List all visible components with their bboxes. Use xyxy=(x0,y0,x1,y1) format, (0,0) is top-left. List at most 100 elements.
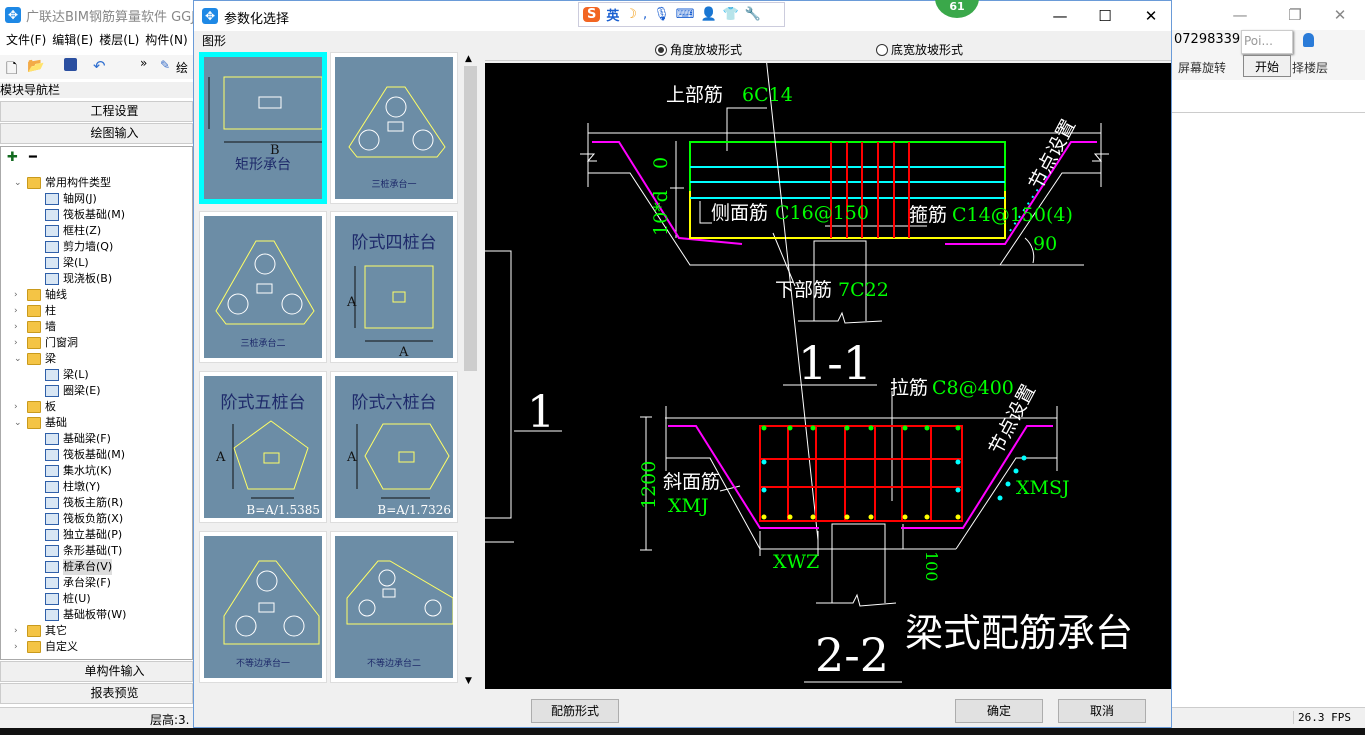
screen-rotate-button[interactable]: 屏幕旋转 xyxy=(1178,59,1226,76)
shape-thumbnail[interactable]: 三桩承台二 xyxy=(199,211,327,363)
tree-item[interactable]: 梁(L) xyxy=(45,255,89,271)
tree-item[interactable]: › 其它 xyxy=(14,623,67,639)
select-floor-button[interactable]: 择楼层 xyxy=(1292,59,1328,76)
dialog-logo-icon: ✥ xyxy=(202,8,218,24)
project-settings-button[interactable]: 工程设置 xyxy=(0,101,193,122)
tree-item[interactable]: 现浇板(B) xyxy=(45,271,112,287)
chevron-right-icon[interactable]: › xyxy=(14,303,18,319)
sogou-logo-icon[interactable]: S xyxy=(583,7,601,22)
report-preview-button[interactable]: 报表预览 xyxy=(0,683,193,704)
shape-thumbnail[interactable]: 矩形承台 B xyxy=(199,52,327,204)
chevron-right-icon[interactable]: › xyxy=(14,399,18,415)
radio-width-slope[interactable]: 底宽放坡形式 xyxy=(876,41,963,58)
component-icon xyxy=(45,465,59,477)
tree-item[interactable]: 柱墩(Y) xyxy=(45,479,100,495)
tree-item[interactable]: 梁(L) xyxy=(45,367,89,383)
moon-icon[interactable]: ☽ xyxy=(625,7,637,22)
restore-icon[interactable]: ❐ xyxy=(1280,4,1310,26)
punctuation-icon[interactable]: , xyxy=(643,7,647,22)
tree-item[interactable]: ⌄ 梁 xyxy=(14,351,56,367)
tree-item[interactable]: 条形基础(T) xyxy=(45,543,122,559)
chevron-down-icon[interactable]: ⌄ xyxy=(14,351,22,367)
keyboard-icon[interactable]: ⌨ xyxy=(676,7,695,22)
rebar-dot xyxy=(1021,455,1027,461)
start-button[interactable]: 开始 xyxy=(1243,55,1291,77)
dialog-minimize-icon[interactable]: — xyxy=(1045,5,1075,27)
tree-item[interactable]: › 板 xyxy=(14,399,56,415)
tree-item[interactable]: 基础梁(F) xyxy=(45,431,111,447)
single-input-button[interactable]: 单构件输入 xyxy=(0,661,193,682)
account-dropdown[interactable]: 07298339 xyxy=(1174,32,1240,47)
shape-thumbnail[interactable]: 阶式五桩台 A B=A/1.5385 xyxy=(199,371,327,523)
shape-thumbnail[interactable]: 阶式四桩台 A A xyxy=(330,211,458,363)
tree-item[interactable]: 基础板带(W) xyxy=(45,607,126,623)
new-file-icon[interactable]: 🗋 xyxy=(6,58,17,82)
tree-item[interactable]: 桩(U) xyxy=(45,591,91,607)
tree-item[interactable]: › 自定义 xyxy=(14,639,78,655)
chevron-right-icon[interactable]: › xyxy=(14,335,18,351)
tree-item[interactable]: 轴网(J) xyxy=(45,191,97,207)
radio-checked-icon[interactable] xyxy=(655,43,667,56)
chevron-right-icon[interactable]: › xyxy=(14,287,18,303)
draw-tool-icon[interactable]: ✎ xyxy=(160,58,170,72)
microphone-icon[interactable]: 🎙 xyxy=(653,7,670,22)
tree-item[interactable]: 剪力墙(Q) xyxy=(45,239,113,255)
ime-lang-toggle[interactable]: 英 xyxy=(606,5,619,24)
tree-item[interactable]: ⌄ 基础 xyxy=(14,415,67,431)
tree-item[interactable]: 独立基础(P) xyxy=(45,527,122,543)
tree-item[interactable]: › 轴线 xyxy=(14,287,67,303)
menu-floor[interactable]: 楼层(L) xyxy=(99,33,139,47)
dialog-close-icon[interactable]: ✕ xyxy=(1136,5,1166,27)
cancel-button[interactable]: 取消 xyxy=(1058,699,1146,723)
tree-item[interactable]: › 墙 xyxy=(14,319,56,335)
tree-item[interactable]: 筏板主筋(R) xyxy=(45,495,123,511)
undo-icon[interactable]: ↶ xyxy=(93,57,106,75)
minimize-icon[interactable]: — xyxy=(1225,4,1255,26)
tree-item[interactable]: 筏板基础(M) xyxy=(45,207,125,223)
open-folder-icon[interactable]: 📂 xyxy=(27,58,44,74)
ok-button[interactable]: 确定 xyxy=(955,699,1043,723)
chevron-down-icon[interactable]: ⌄ xyxy=(14,175,22,191)
shape-thumbnail[interactable]: 阶式六桩台 A B=A/1.7326 xyxy=(330,371,458,523)
skin-icon[interactable]: 👕 xyxy=(723,7,739,22)
shape-thumbnail[interactable]: 不等边承台二 xyxy=(330,531,458,683)
thumbnail-scrollbar[interactable]: ▲ ▼ xyxy=(462,52,479,690)
tree-item[interactable]: ⌄ 常用构件类型 xyxy=(14,175,111,191)
menu-file[interactable]: 文件(F) xyxy=(6,33,46,47)
rebar-form-button[interactable]: 配筋形式 xyxy=(531,699,619,723)
radio-unchecked-icon[interactable] xyxy=(876,43,888,56)
menu-edit[interactable]: 编辑(E) xyxy=(52,33,93,47)
chevron-right-icon[interactable]: › xyxy=(14,623,18,639)
chevron-right-icon[interactable]: › xyxy=(14,639,18,655)
tree-item-label: 筏板负筋(X) xyxy=(63,512,124,525)
radio-angle-slope[interactable]: 角度放坡形式 xyxy=(655,41,742,58)
tree-item[interactable]: 桩承台(V) xyxy=(45,559,113,575)
tree-item[interactable]: 框柱(Z) xyxy=(45,223,101,239)
shape-thumbnail[interactable]: 不等边承台一 xyxy=(199,531,327,683)
tree-item[interactable]: 筏板负筋(X) xyxy=(45,511,123,527)
scroll-down-icon[interactable]: ▼ xyxy=(465,676,472,686)
tree-item[interactable]: 圈梁(E) xyxy=(45,383,101,399)
collapse-all-icon[interactable]: ━ xyxy=(29,150,37,165)
draw-tool-label[interactable]: 绘 xyxy=(176,59,188,76)
menu-component[interactable]: 构件(N) xyxy=(145,33,187,47)
shape-thumbnail[interactable]: 三桩承台一 xyxy=(330,52,458,204)
bell-icon[interactable] xyxy=(1303,33,1314,47)
tree-item[interactable]: › 柱 xyxy=(14,303,56,319)
wrench-icon[interactable]: 🔧 xyxy=(745,7,761,22)
drawing-input-button[interactable]: 绘图输入 xyxy=(0,123,193,144)
chevron-right-icon[interactable]: › xyxy=(14,319,18,335)
more-icon[interactable]: » xyxy=(140,56,147,70)
dialog-maximize-icon[interactable]: ☐ xyxy=(1090,5,1120,27)
expand-all-icon[interactable]: ✚ xyxy=(7,150,18,165)
close-icon[interactable]: ✕ xyxy=(1325,4,1355,26)
user-icon[interactable]: 👤 xyxy=(700,7,716,22)
scroll-thumb[interactable] xyxy=(464,66,477,371)
tree-item[interactable]: 集水坑(K) xyxy=(45,463,112,479)
tree-item[interactable]: 承台梁(F) xyxy=(45,575,111,591)
tree-item[interactable]: 筏板基础(M) xyxy=(45,447,125,463)
chevron-down-icon[interactable]: ⌄ xyxy=(14,415,22,431)
tree-item[interactable]: › 门窗洞 xyxy=(14,335,78,351)
save-icon[interactable] xyxy=(64,58,77,71)
scroll-up-icon[interactable]: ▲ xyxy=(465,54,472,64)
